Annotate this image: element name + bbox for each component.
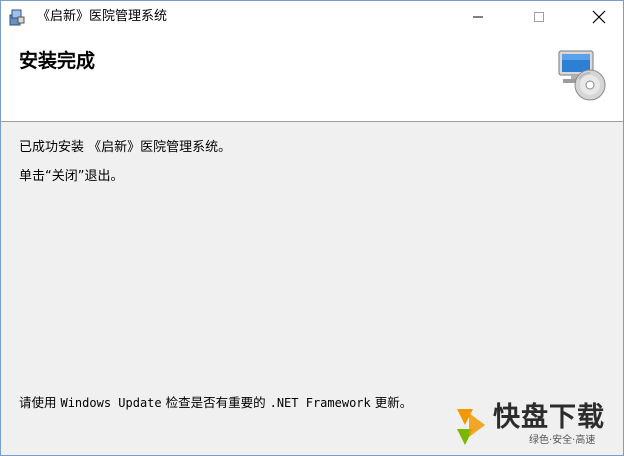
update-note-middle: 检查是否有重要的: [161, 395, 270, 410]
watermark-subtitle: 绿色·安全·高速: [529, 435, 596, 446]
windows-update-term: Windows Update: [60, 396, 162, 410]
header-panel: 安装完成: [1, 33, 623, 122]
minimize-button[interactable]: [455, 1, 501, 33]
setup-app-icon: [9, 9, 25, 26]
update-note-text: 请使用 Windows Update 检查是否有重要的 .NET Framewo…: [19, 395, 412, 411]
kuaipan-watermark: 快盘下载 绿色·安全·高速: [453, 401, 623, 455]
close-icon: [592, 10, 606, 24]
install-success-text: 已成功安装 《启新》医院管理系统。: [19, 140, 232, 155]
update-note-suffix: 更新。: [370, 395, 413, 410]
kuaipan-logo-icon: [457, 409, 485, 445]
close-instruction-text: 单击“关闭”退出。: [19, 169, 124, 184]
watermark-title: 快盘下载: [493, 402, 605, 433]
close-button[interactable]: [576, 1, 622, 33]
update-note-prefix: 请使用: [19, 395, 61, 410]
net-framework-term: .NET Framework: [269, 396, 371, 410]
maximize-icon: [534, 12, 544, 22]
minimize-icon: [473, 16, 483, 18]
maximize-button[interactable]: [516, 1, 562, 33]
installer-window: 《启新》医院管理系统 安装完成 已成功安装 《启新》医院管理系统。 单击“关闭”…: [0, 0, 624, 456]
computer-cd-icon: [558, 50, 606, 101]
window-title: 《启新》医院管理系统: [37, 9, 168, 24]
page-title: 安装完成: [19, 50, 96, 72]
title-bar[interactable]: 《启新》医院管理系统: [1, 1, 623, 33]
